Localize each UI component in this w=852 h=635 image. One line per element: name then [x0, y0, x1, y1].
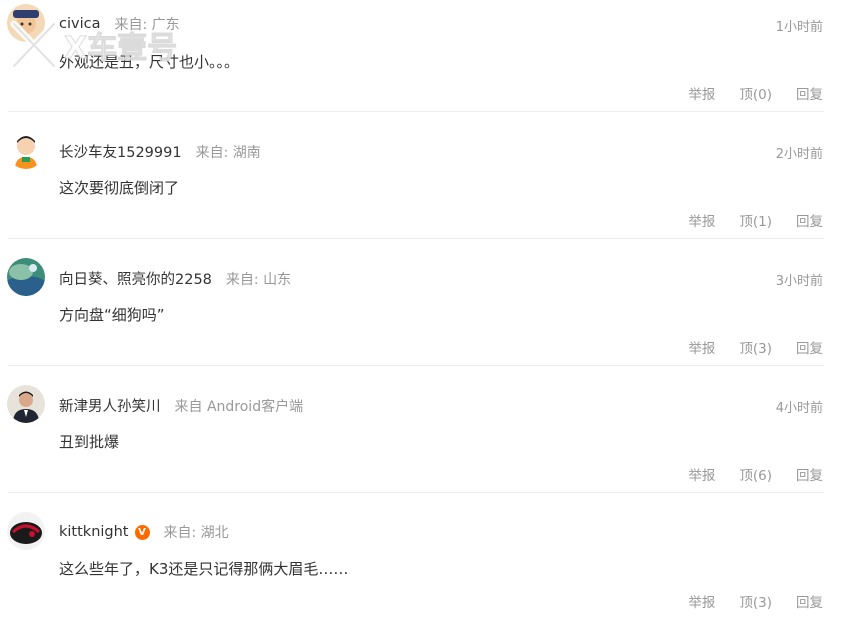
- username[interactable]: 向日葵、照亮你的2258: [59, 268, 212, 289]
- timestamp: 1小时前: [775, 20, 823, 35]
- comment-item: 长沙车友1529991 来自: 湖南 2小时前 这次要彻底倒闭了 举报 顶(1)…: [0, 127, 852, 254]
- timestamp: 3小时前: [775, 274, 823, 289]
- user-line: 向日葵、照亮你的2258 来自: 山东: [59, 268, 291, 289]
- upvote-button[interactable]: 顶(6): [739, 464, 772, 484]
- comment-text: 这么些年了，K3还是只记得那俩大眉毛……: [59, 560, 349, 578]
- user-avatar[interactable]: [7, 131, 45, 169]
- location: 来自: 湖南: [195, 144, 261, 161]
- comment-text: 这次要彻底倒闭了: [59, 179, 180, 197]
- divider: [8, 111, 824, 112]
- user-avatar[interactable]: [7, 258, 45, 296]
- reply-button[interactable]: 回复: [796, 83, 823, 103]
- divider: [8, 365, 824, 366]
- user-avatar[interactable]: [7, 385, 45, 423]
- user-line: civica 来自: 广东: [59, 14, 180, 34]
- timestamp: 4小时前: [775, 401, 823, 416]
- user-avatar[interactable]: [7, 4, 45, 42]
- comment-actions: 举报 顶(3) 回复: [688, 337, 823, 357]
- username[interactable]: 新津男人孙笑川: [59, 395, 161, 416]
- comment-item: 向日葵、照亮你的2258 来自: 山东 3小时前 方向盘“细狗吗” 举报 顶(3…: [0, 254, 852, 381]
- divider: [8, 492, 824, 493]
- comment-actions: 举报 顶(0) 回复: [688, 83, 823, 103]
- location: 来自: 山东: [225, 271, 292, 288]
- report-button[interactable]: 举报: [688, 464, 715, 484]
- report-button[interactable]: 举报: [688, 337, 715, 357]
- user-line: 新津男人孙笑川 来自 Android客户端: [59, 395, 303, 416]
- location: 来自: 湖北: [163, 525, 229, 541]
- location: 来自 Android客户端: [174, 398, 304, 415]
- comment-actions: 举报 顶(6) 回复: [688, 464, 823, 484]
- report-button[interactable]: 举报: [688, 210, 715, 230]
- reply-button[interactable]: 回复: [796, 210, 823, 230]
- location: 来自: 广东: [114, 17, 180, 33]
- comment-actions: 举报 顶(1) 回复: [688, 210, 823, 230]
- upvote-button[interactable]: 顶(0): [739, 83, 772, 103]
- comment-item: civica 来自: 广东 1小时前 外观还是丑，尺寸也小。。。 举报 顶(0)…: [0, 0, 852, 127]
- username[interactable]: 长沙车友1529991: [59, 141, 182, 162]
- reply-button[interactable]: 回复: [796, 464, 823, 484]
- reply-button[interactable]: 回复: [796, 591, 823, 611]
- verified-badge-icon: V: [134, 524, 150, 540]
- divider: [8, 238, 824, 239]
- report-button[interactable]: 举报: [688, 83, 715, 103]
- username[interactable]: kittknight: [59, 524, 129, 540]
- user-line: 长沙车友1529991 来自: 湖南: [59, 141, 261, 162]
- username[interactable]: civica: [59, 16, 100, 32]
- comment-item: 新津男人孙笑川 来自 Android客户端 4小时前 丑到批爆 举报 顶(6) …: [0, 381, 852, 508]
- upvote-button[interactable]: 顶(3): [739, 591, 772, 611]
- upvote-button[interactable]: 顶(3): [739, 337, 772, 357]
- comment-text: 方向盘“细狗吗”: [59, 306, 165, 324]
- report-button[interactable]: 举报: [688, 591, 715, 611]
- comment-text: 外观还是丑，尺寸也小。。。: [59, 53, 240, 71]
- comment-text: 丑到批爆: [59, 433, 120, 451]
- reply-button[interactable]: 回复: [796, 337, 823, 357]
- user-avatar[interactable]: [7, 512, 45, 550]
- upvote-button[interactable]: 顶(1): [739, 210, 772, 230]
- comment-actions: 举报 顶(3) 回复: [688, 591, 823, 611]
- timestamp: 2小时前: [775, 147, 823, 162]
- user-line: kittknight V 来自: 湖北: [59, 522, 229, 542]
